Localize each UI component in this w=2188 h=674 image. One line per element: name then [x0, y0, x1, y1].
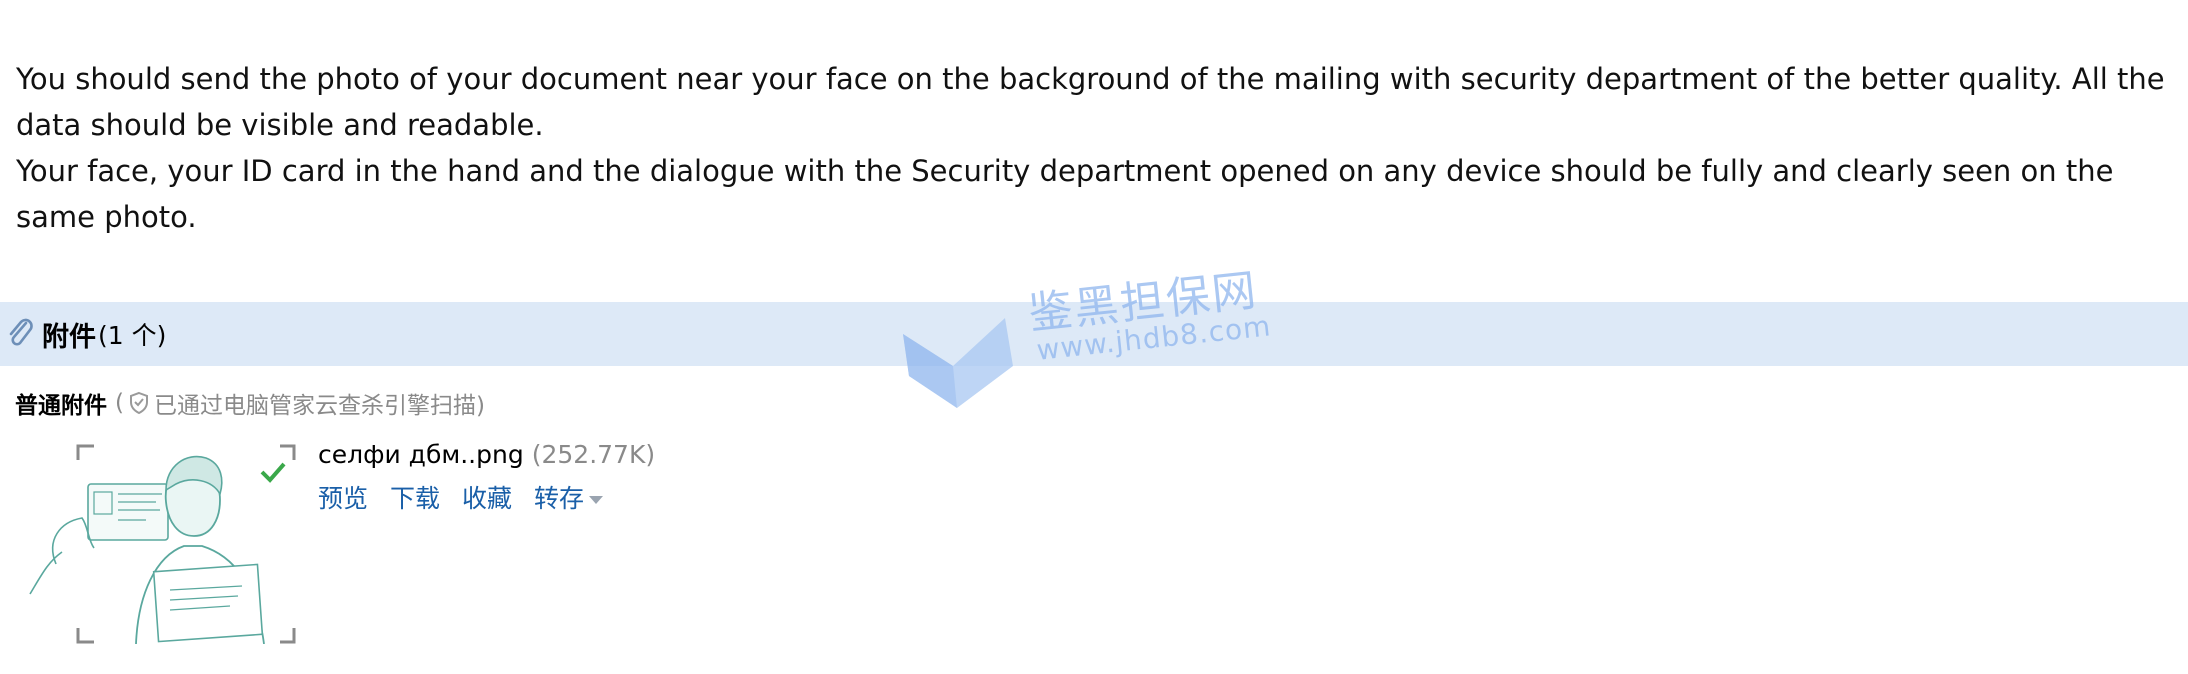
attachments-count: (1 个): [98, 321, 167, 350]
attachment-file-name[interactable]: селфи дбм..png: [318, 440, 524, 469]
save-to-label: 转存: [534, 484, 585, 513]
attachments-title: 附件: [42, 321, 96, 353]
shield-check-icon: [129, 391, 148, 415]
check-icon: [260, 462, 286, 483]
message-paragraph-1: You should send the photo of your docume…: [16, 62, 2165, 142]
message-body: You should send the photo of your docume…: [16, 56, 2172, 240]
paperclip-icon: [9, 318, 33, 346]
scan-note-text: 已通过电脑管家云查杀引擎扫描): [153, 393, 485, 419]
download-link[interactable]: 下载: [390, 479, 440, 515]
message-paragraph-2: Your face, your ID card in the hand and …: [16, 154, 2114, 234]
attachment-file-size: (252.77K): [531, 440, 656, 469]
scan-note-open: (: [115, 390, 124, 416]
normal-attachments-row: 普通附件 ( 已通过电脑管家云查杀引擎扫描): [15, 386, 485, 420]
caret-down-icon: [589, 496, 604, 504]
normal-attachments-title: 普通附件: [15, 393, 107, 419]
selfie-illustration: [29, 444, 296, 645]
preview-link[interactable]: 预览: [318, 479, 368, 515]
save-to-dropdown[interactable]: 转存: [534, 479, 604, 515]
attachment-file-info: селфи дбм..png (252.77K) 预览 下载 收藏 转存: [318, 440, 655, 515]
favorite-link[interactable]: 收藏: [462, 479, 512, 515]
attachment-actions: 预览 下载 收藏 转存: [318, 479, 655, 515]
attachments-header: 附件 (1 个): [0, 302, 2188, 366]
attachment-thumbnail[interactable]: [16, 444, 302, 645]
scan-status: ( 已通过电脑管家云查杀引擎扫描): [115, 386, 485, 420]
